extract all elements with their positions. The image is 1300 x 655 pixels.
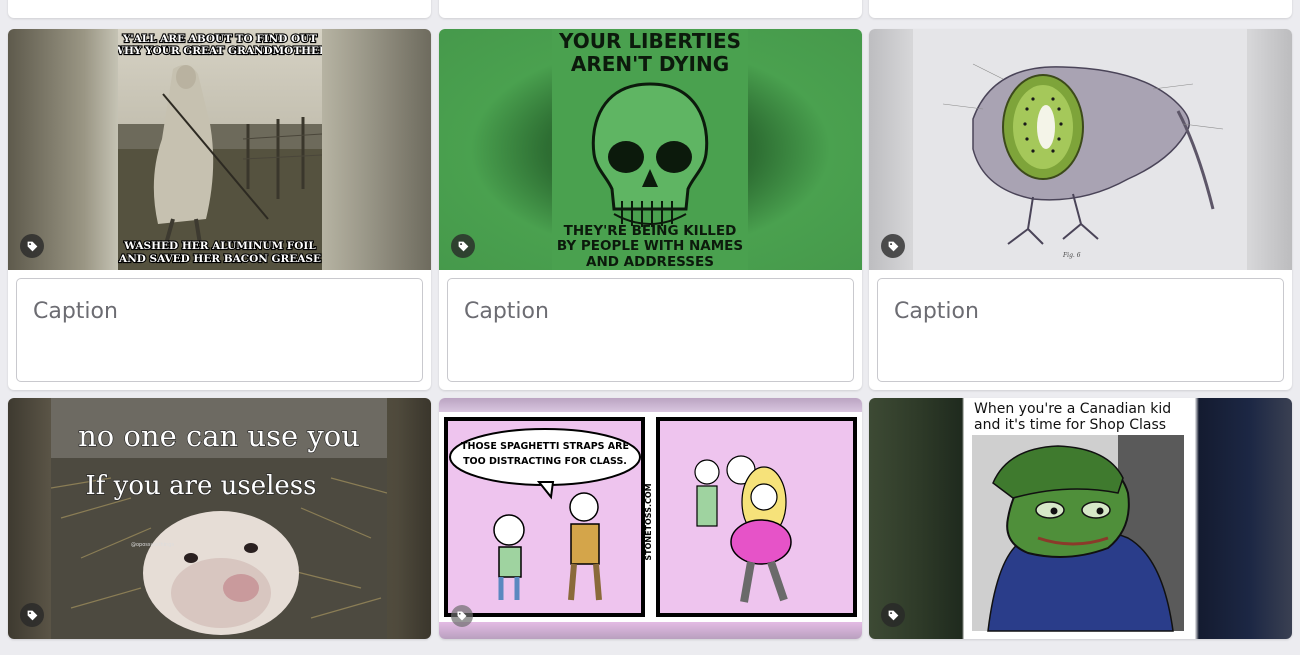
- meme-card: Y'ALL ARE ABOUT TO FIND OUT WHY YOUR GRE…: [8, 29, 431, 390]
- tag-icon: [27, 610, 37, 620]
- meme-photo: When you're a Canadian kid and it's time…: [968, 398, 1194, 639]
- meme-card: YOUR LIBERTIES AREN'T DYING THEY'RE BEIN…: [439, 29, 862, 390]
- meme-caption-2: and it's time for Shop Class: [974, 417, 1166, 433]
- tag-icon: [888, 610, 898, 620]
- meme-photo: Y'ALL ARE ABOUT TO FIND OUT WHY YOUR GRE…: [118, 29, 322, 270]
- meme-photo: no one can use you If you are useless @o…: [51, 398, 387, 639]
- tag-button[interactable]: [451, 234, 475, 258]
- comic-speech-2: TOO DISTRACTING FOR CLASS.: [463, 456, 627, 467]
- meme-image[interactable]: When you're a Canadian kid and it's time…: [869, 398, 1292, 639]
- meme-photo: YOUR LIBERTIES AREN'T DYING THEY'RE BEIN…: [552, 29, 748, 270]
- caption-input[interactable]: [447, 278, 854, 382]
- meme-image[interactable]: Y'ALL ARE ABOUT TO FIND OUT WHY YOUR GRE…: [8, 29, 431, 270]
- meme-top-text-1: YOUR LIBERTIES: [558, 29, 741, 53]
- meme-bottom-text-3: AND ADDRESSES: [586, 254, 714, 270]
- meme-bottom-text-2: BY PEOPLE WITH NAMES: [557, 238, 743, 254]
- meme-image[interactable]: no one can use you If you are useless @o…: [8, 398, 431, 639]
- meme-photo: Fig. 6: [913, 29, 1247, 270]
- meme-top-text-1: Y'ALL ARE ABOUT TO FIND OUT: [122, 33, 317, 45]
- meme-top-text-2: WHY YOUR GREAT GRANDMOTHER: [118, 45, 322, 57]
- meme-line-1: no one can use you: [78, 419, 360, 453]
- caption-input[interactable]: [877, 278, 1284, 382]
- comic-speech-1: THOSE SPAGHETTI STRAPS ARE: [461, 441, 629, 452]
- watermark: @opossumthings: [131, 542, 174, 548]
- meme-top-text-2: AREN'T DYING: [571, 52, 729, 76]
- meme-bottom-text-2: AND SAVED HER BACON GREASE: [118, 253, 321, 265]
- previous-card-bottom: [439, 0, 862, 18]
- meme-bottom-text-1: WASHED HER ALUMINUM FOIL: [123, 240, 316, 252]
- tag-icon: [458, 241, 468, 251]
- tag-button[interactable]: [451, 605, 473, 627]
- previous-card-bottom: [869, 0, 1292, 18]
- tag-button[interactable]: [881, 603, 905, 627]
- meme-line-2: If you are useless: [86, 471, 317, 501]
- tag-icon: [457, 611, 467, 621]
- tag-icon: [27, 241, 37, 251]
- tag-button[interactable]: [20, 603, 44, 627]
- meme-image[interactable]: YOUR LIBERTIES AREN'T DYING THEY'RE BEIN…: [439, 29, 862, 270]
- comic-credit: STONETOSS.COM: [644, 483, 653, 560]
- tag-button[interactable]: [20, 234, 44, 258]
- meme-caption-1: When you're a Canadian kid: [974, 401, 1171, 417]
- meme-card: When you're a Canadian kid and it's time…: [869, 398, 1292, 639]
- meme-bottom-text-1: THEY'RE BEING KILLED: [564, 223, 737, 239]
- meme-card: no one can use you If you are useless @o…: [8, 398, 431, 639]
- tag-icon: [888, 241, 898, 251]
- caption-input[interactable]: [16, 278, 423, 382]
- previous-card-bottom: [8, 0, 431, 18]
- meme-card: THOSE SPAGHETTI STRAPS ARE TOO DISTRACTI…: [439, 398, 862, 639]
- tag-button[interactable]: [881, 234, 905, 258]
- figure-label: Fig. 6: [1062, 252, 1081, 259]
- meme-card: Fig. 6: [869, 29, 1292, 390]
- meme-photo: THOSE SPAGHETTI STRAPS ARE TOO DISTRACTI…: [439, 412, 862, 622]
- meme-image[interactable]: THOSE SPAGHETTI STRAPS ARE TOO DISTRACTI…: [439, 398, 862, 639]
- meme-image[interactable]: Fig. 6: [869, 29, 1292, 270]
